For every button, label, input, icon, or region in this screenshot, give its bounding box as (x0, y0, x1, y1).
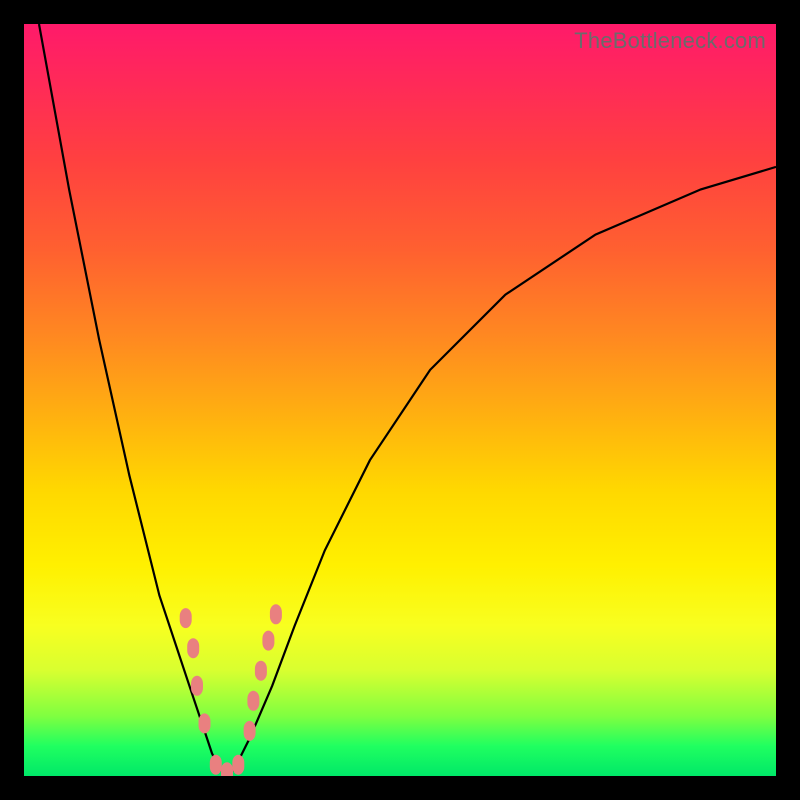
marker-pill (270, 604, 282, 624)
curve-svg (24, 24, 776, 776)
marker-pill (255, 661, 267, 681)
chart-container: TheBottleneck.com (0, 0, 800, 800)
plot-area: TheBottleneck.com (24, 24, 776, 776)
marker-pill (191, 676, 203, 696)
marker-group (180, 604, 282, 776)
bottleneck-curve-left (39, 24, 227, 776)
marker-pill (199, 713, 211, 733)
marker-pill (221, 762, 233, 776)
marker-pill (232, 755, 244, 775)
marker-pill (247, 691, 259, 711)
marker-pill (210, 755, 222, 775)
marker-pill (187, 638, 199, 658)
marker-pill (180, 608, 192, 628)
marker-pill (262, 631, 274, 651)
bottleneck-curve-right (227, 167, 776, 776)
marker-pill (244, 721, 256, 741)
